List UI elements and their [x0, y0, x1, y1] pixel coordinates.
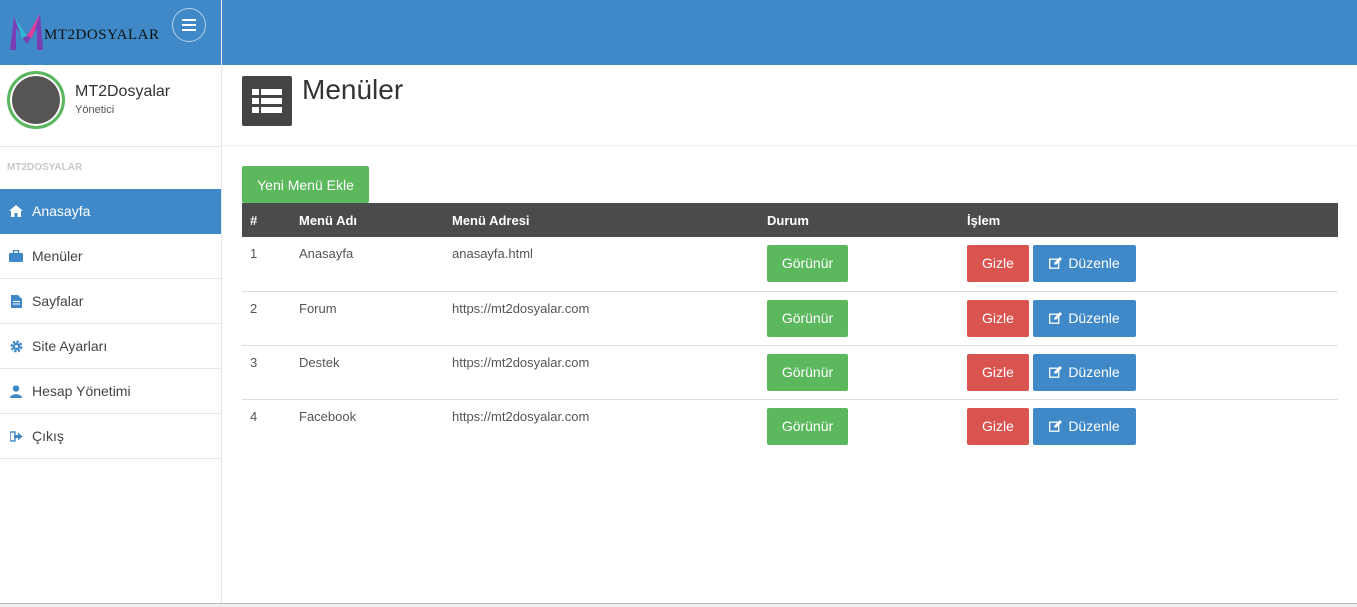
- column-header-address: Menü Adresi: [452, 212, 530, 228]
- user-name: MT2Dosyalar: [75, 83, 171, 100]
- briefcase-icon: [8, 249, 24, 263]
- edit-icon: [1049, 365, 1063, 378]
- edit-button-label: Düzenle: [1068, 417, 1120, 434]
- row-id: 3: [250, 354, 258, 370]
- sidebar-item-menuler[interactable]: Menüler: [0, 234, 221, 279]
- sidebar-item-label: Hesap Yönetimi: [32, 383, 131, 399]
- list-icon: [242, 76, 292, 126]
- row-address: https://mt2dosyalar.com: [452, 408, 590, 424]
- row-name: Anasayfa: [299, 246, 354, 261]
- page-header: Menüler: [222, 65, 1357, 146]
- row-name: Destek: [299, 354, 340, 370]
- user-panel: MT2Dosyalar Yönetici: [0, 65, 221, 147]
- column-header-id: #: [250, 212, 258, 228]
- row-address: https://mt2dosyalar.com: [452, 354, 590, 370]
- add-menu-button[interactable]: Yeni Menü Ekle: [242, 166, 369, 203]
- row-address: anasayfa.html: [452, 246, 533, 261]
- sidebar-item-label: Site Ayarları: [32, 338, 108, 354]
- sidebar-item-label: Menüler: [32, 248, 83, 264]
- sidebar-item-anasayfa[interactable]: Anasayfa: [0, 189, 221, 234]
- edit-button-label: Düzenle: [1068, 255, 1120, 271]
- column-header-actions: İşlem: [967, 212, 1001, 228]
- logo-icon: [10, 14, 43, 50]
- status-visible-button[interactable]: Görünür: [767, 245, 848, 282]
- row-name: Forum: [299, 300, 337, 316]
- edit-icon: [1049, 419, 1063, 432]
- status-visible-button[interactable]: Görünür: [767, 407, 848, 445]
- status-visible-button[interactable]: Görünür: [767, 299, 848, 337]
- sidebar-item-hesap-yonetimi[interactable]: Hesap Yönetimi: [0, 369, 221, 414]
- edit-button-label: Düzenle: [1068, 309, 1120, 326]
- window-bottom-edge: [0, 603, 1357, 607]
- hide-button[interactable]: Gizle: [967, 407, 1029, 445]
- row-name: Facebook: [299, 408, 357, 424]
- sidebar-item-label: Anasayfa: [32, 203, 91, 219]
- edit-button[interactable]: Düzenle: [1033, 299, 1136, 337]
- table-row: 2 Forum https://mt2dosyalar.com Görünür …: [242, 291, 1338, 345]
- edit-button[interactable]: Düzenle: [1033, 245, 1136, 282]
- row-id: 4: [250, 408, 258, 424]
- avatar: [7, 71, 65, 129]
- sidebar-item-label: Sayfalar: [32, 293, 84, 309]
- hide-button[interactable]: Gizle: [967, 245, 1029, 282]
- column-header-status: Durum: [767, 212, 809, 228]
- user-icon: [8, 384, 24, 398]
- sidebar-item-label: Çıkış: [32, 428, 64, 444]
- page-title: Menüler: [302, 74, 404, 105]
- edit-button[interactable]: Düzenle: [1033, 407, 1136, 445]
- logo-text: MT2DOSYALAR: [44, 27, 160, 43]
- edit-button[interactable]: Düzenle: [1033, 353, 1136, 391]
- status-visible-button[interactable]: Görünür: [767, 353, 848, 391]
- row-address: https://mt2dosyalar.com: [452, 300, 590, 316]
- row-id: 1: [250, 246, 258, 261]
- file-icon: [8, 294, 24, 308]
- table-header-row: # Menü Adı Menü Adresi Durum İşlem: [242, 203, 1338, 237]
- top-bar: [222, 0, 1357, 65]
- table-row: 4 Facebook https://mt2dosyalar.com Görün…: [242, 399, 1338, 453]
- hamburger-icon: [182, 19, 196, 31]
- menu-toggle-button[interactable]: [172, 8, 206, 42]
- sidebar-item-site-ayarlari[interactable]: Site Ayarları: [0, 324, 221, 369]
- row-id: 2: [250, 300, 258, 316]
- edit-icon: [1049, 311, 1063, 324]
- edit-button-label: Düzenle: [1068, 363, 1120, 380]
- table-row: 3 Destek https://mt2dosyalar.com Görünür…: [242, 345, 1338, 399]
- gear-icon: [8, 339, 24, 353]
- hide-button[interactable]: Gizle: [967, 299, 1029, 337]
- sidebar-item-cikis[interactable]: Çıkış: [0, 414, 221, 459]
- sidebar-item-sayfalar[interactable]: Sayfalar: [0, 279, 221, 324]
- sidebar-section-title: MT2DOSYALAR: [7, 162, 83, 173]
- user-role: Yönetici: [75, 104, 115, 116]
- menu-table: # Menü Adı Menü Adresi Durum İşlem 1 Ana…: [242, 203, 1338, 453]
- table-row: 1 Anasayfa anasayfa.html Görünür Gizle Dü…: [242, 237, 1338, 291]
- home-icon: [8, 204, 24, 218]
- edit-icon: [1049, 257, 1063, 269]
- hide-button[interactable]: Gizle: [967, 353, 1029, 391]
- column-header-name: Menü Adı: [299, 212, 358, 228]
- sidebar: MT2DOSYALAR MT2Dosyalar Yönetici MT2DOSY…: [0, 0, 222, 607]
- brand-bar: MT2DOSYALAR: [0, 0, 221, 65]
- sign-out-icon: [8, 429, 24, 443]
- main-content: Menüler Yeni Menü Ekle # Menü Adı Menü A…: [222, 65, 1357, 607]
